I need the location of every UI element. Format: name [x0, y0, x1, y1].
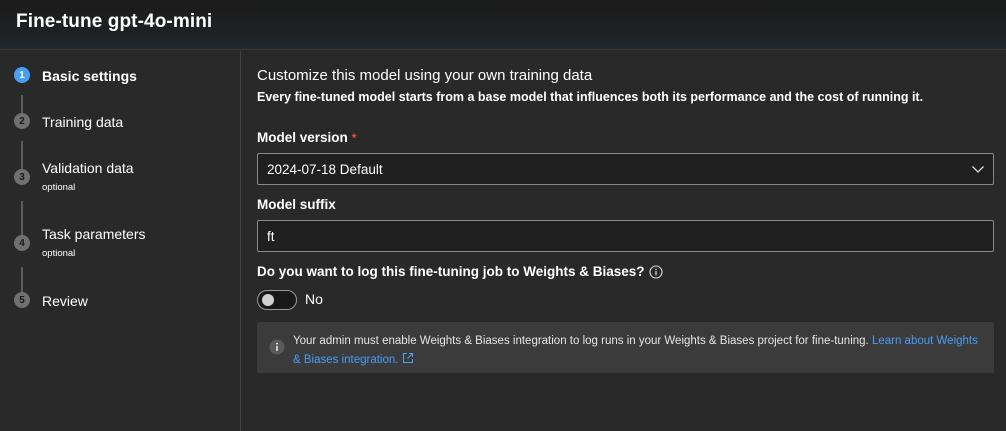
model-version-dropdown[interactable]: 2024-07-18 Default	[257, 153, 994, 185]
info-icon	[269, 339, 285, 355]
title-bar: Fine-tune gpt-4o-mini	[0, 0, 1006, 50]
wandb-toggle[interactable]	[257, 290, 297, 310]
section-description: Every fine-tuned model starts from a bas…	[257, 90, 924, 104]
step-number: 4	[14, 235, 30, 251]
step-label: Task parameters	[42, 226, 146, 242]
step-optional-label: optional	[42, 182, 76, 193]
banner-message: Your admin must enable Weights & Biases …	[293, 332, 983, 370]
step-optional-label: optional	[42, 248, 76, 259]
toggle-knob	[262, 294, 274, 306]
step-number: 2	[14, 113, 30, 129]
chevron-down-icon	[972, 166, 984, 173]
model-suffix-input[interactable]: ft	[257, 220, 994, 252]
step-label: Basic settings	[42, 68, 137, 84]
step-task-parameters[interactable]: 4 Task parameters optional	[0, 213, 240, 267]
step-review[interactable]: 5 Review	[0, 283, 240, 327]
model-suffix-label: Model suffix	[257, 197, 336, 212]
step-basic-settings[interactable]: 1 Basic settings	[0, 51, 240, 95]
step-label: Training data	[42, 114, 124, 130]
step-number: 1	[14, 67, 30, 83]
step-label: Validation data	[42, 160, 134, 176]
model-suffix-value: ft	[267, 229, 275, 244]
info-icon[interactable]	[649, 265, 663, 279]
step-training-data[interactable]: 2 Training data	[0, 97, 240, 141]
page-title: Fine-tune gpt-4o-mini	[16, 11, 213, 32]
wandb-question-label: Do you want to log this fine-tuning job …	[257, 264, 645, 279]
model-version-label-text: Model version	[257, 130, 348, 145]
section-heading: Customize this model using your own trai…	[257, 67, 593, 84]
step-number: 5	[14, 292, 30, 308]
wizard-steps: 1 Basic settings 2 Training data 3 Valid…	[0, 51, 241, 431]
model-version-label: Model version *	[257, 130, 356, 145]
required-marker: *	[351, 131, 357, 145]
step-number: 3	[14, 169, 30, 185]
external-link-icon	[403, 352, 414, 364]
main-content: Customize this model using your own trai…	[257, 51, 997, 431]
banner-text: Your admin must enable Weights & Biases …	[293, 335, 869, 347]
model-version-value: 2024-07-18 Default	[267, 162, 383, 177]
wandb-toggle-state: No	[305, 291, 323, 307]
step-label: Review	[42, 293, 88, 309]
info-banner: Your admin must enable Weights & Biases …	[257, 322, 994, 373]
step-validation-data[interactable]: 3 Validation data optional	[0, 147, 240, 201]
